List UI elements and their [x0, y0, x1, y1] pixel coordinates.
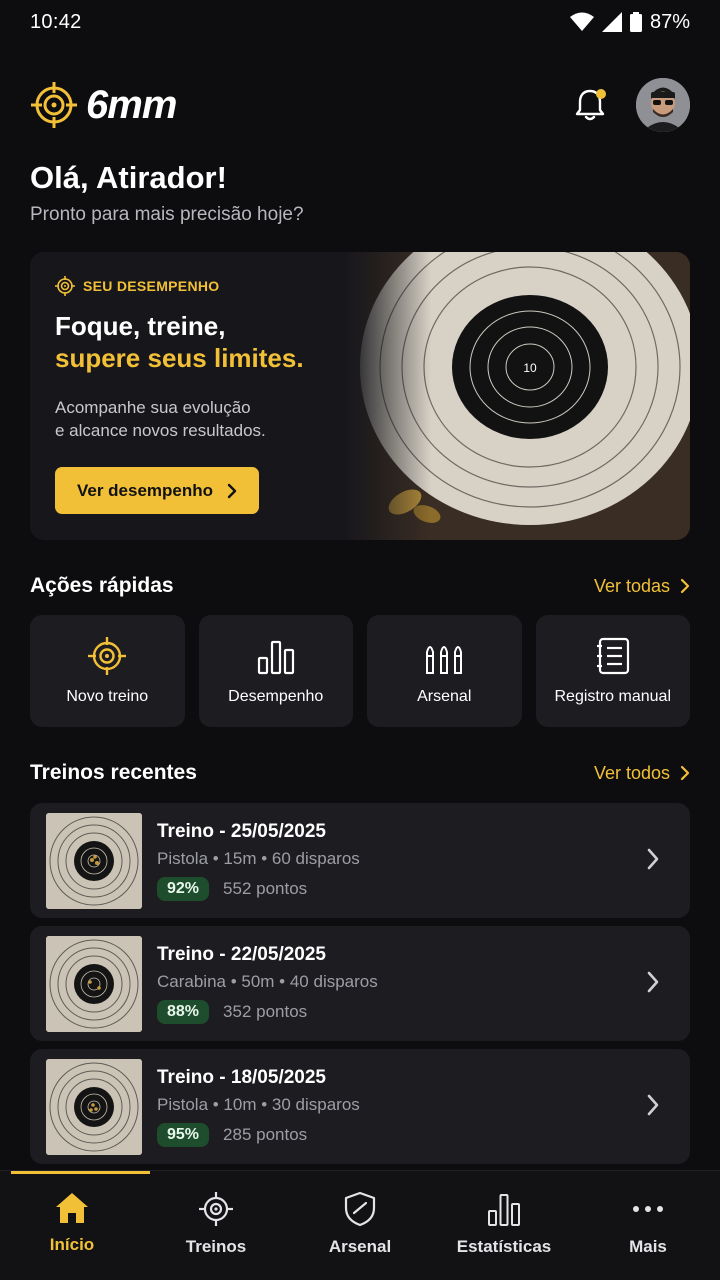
tab-label: Mais: [629, 1237, 667, 1256]
training-meta: Pistola • 15m • 60 disparos: [157, 848, 360, 868]
score-badge: 88%: [157, 999, 210, 1024]
training-card[interactable]: Treino - 25/05/2025 Pistola • 15m • 60 d…: [30, 803, 690, 918]
status-time: 10:42: [30, 10, 82, 33]
training-points: 352 pontos: [223, 1001, 308, 1021]
battery-icon: [629, 12, 642, 32]
chevron-right-icon: [227, 483, 237, 498]
wifi-icon: [569, 12, 594, 31]
target-thumbnail: [46, 812, 142, 909]
greeting-subtitle: Pronto para mais precisão hoje?: [30, 204, 304, 225]
view-all-trainings-label: Ver todos: [593, 762, 670, 783]
training-points: 285 pontos: [223, 1124, 308, 1144]
tab-more[interactable]: Mais: [576, 1171, 720, 1280]
target-thumbnail: [46, 935, 142, 1032]
logo-text: 6mm: [86, 82, 177, 127]
quick-action-new-training[interactable]: Novo treino: [30, 615, 185, 727]
quick-action-manual-log[interactable]: Registro manual: [535, 615, 690, 727]
target-thumbnail: [46, 1058, 142, 1155]
score-badge: 95%: [157, 1122, 210, 1147]
tab-arsenal[interactable]: Arsenal: [288, 1171, 432, 1280]
notebook-icon: [596, 637, 629, 675]
hero-tag-label: SEU DESEMPENHO: [83, 278, 220, 294]
chevron-right-icon: [647, 848, 659, 870]
bar-chart-icon: [488, 1194, 520, 1226]
tab-label: Estatísticas: [456, 1237, 552, 1256]
tab-statistics[interactable]: Estatísticas: [432, 1171, 576, 1280]
view-performance-button[interactable]: Ver desempenho: [55, 467, 259, 514]
status-icons: 87%: [569, 10, 690, 34]
signal-icon: [601, 12, 622, 32]
quick-action-label: Arsenal: [417, 688, 472, 705]
view-performance-label: Ver desempenho: [76, 480, 214, 500]
quick-action-arsenal[interactable]: Arsenal: [367, 615, 522, 727]
hero-tag: SEU DESEMPENHO: [55, 276, 385, 296]
hero-desc-line2: e alcance novos resultados.: [55, 421, 266, 440]
tab-label: Treinos: [185, 1237, 247, 1256]
recent-trainings-title: Treinos recentes: [30, 761, 197, 784]
quick-actions-title: Ações rápidas: [30, 574, 174, 597]
training-title: Treino - 25/05/2025: [157, 820, 326, 842]
training-title: Treino - 18/05/2025: [157, 1066, 326, 1088]
app-logo: 6mm: [30, 81, 177, 129]
target-icon: [199, 1192, 233, 1226]
tab-trainings[interactable]: Treinos: [144, 1171, 288, 1280]
status-bar: 10:42 87%: [0, 0, 720, 44]
chevron-right-icon: [647, 971, 659, 993]
hero-desc-line1: Acompanhe sua evolução: [55, 398, 251, 417]
view-all-actions-label: Ver todas: [593, 575, 670, 596]
bottom-tab-bar: Início Treinos Arsenal Estatísticas Mais: [0, 1170, 720, 1280]
hero-description: Acompanhe sua evolução e alcance novos r…: [55, 396, 385, 442]
training-meta: Carabina • 50m • 40 disparos: [157, 971, 378, 991]
quick-actions-header: Ações rápidas Ver todas: [30, 574, 690, 598]
target-illustration: 10: [345, 252, 690, 540]
notifications-button[interactable]: [570, 85, 610, 125]
crosshair-logo-icon: [31, 82, 77, 128]
tab-label: Início: [49, 1235, 95, 1254]
notification-dot: [596, 89, 606, 99]
tab-label: Arsenal: [328, 1237, 392, 1256]
target-icon: [88, 637, 127, 675]
training-meta: Pistola • 10m • 30 disparos: [157, 1094, 360, 1114]
training-title: Treino - 22/05/2025: [157, 943, 326, 965]
chevron-right-icon: [647, 1094, 659, 1116]
training-card[interactable]: Treino - 22/05/2025 Carabina • 50m • 40 …: [30, 926, 690, 1041]
greeting-title: Olá, Atirador!: [30, 160, 227, 195]
hero-title-line1: Foque, treine,: [55, 311, 226, 341]
shield-icon: [344, 1191, 376, 1227]
recent-trainings-header: Treinos recentes Ver todos: [30, 761, 690, 785]
training-card[interactable]: Treino - 18/05/2025 Pistola • 10m • 30 d…: [30, 1049, 690, 1164]
training-points: 552 pontos: [223, 878, 308, 898]
app-header: 6mm: [30, 78, 690, 132]
home-icon: [56, 1193, 88, 1223]
quick-action-label: Novo treino: [66, 688, 149, 705]
user-avatar[interactable]: [636, 78, 690, 132]
bullets-icon: [426, 646, 463, 674]
performance-hero-card: 10 SEU DESEMPENHO Foque, treine, supere …: [30, 252, 690, 540]
score-badge: 92%: [157, 876, 210, 901]
more-icon: [633, 1206, 663, 1212]
greeting: Olá, Atirador! Pronto para mais precisão…: [30, 160, 304, 226]
quick-actions: Novo treino Desempenho Arsenal Registro …: [30, 615, 690, 727]
quick-action-label: Registro manual: [554, 688, 672, 705]
quick-action-label: Desempenho: [228, 688, 324, 705]
bar-chart-icon: [257, 640, 294, 675]
view-all-trainings-link[interactable]: Ver todos: [594, 763, 690, 784]
view-all-actions-link[interactable]: Ver todas: [594, 576, 690, 597]
quick-action-performance[interactable]: Desempenho: [198, 615, 353, 727]
active-tab-indicator: [11, 1171, 150, 1174]
hero-title-line2: supere seus limites.: [55, 343, 304, 373]
chevron-right-icon: [680, 765, 690, 781]
tab-home[interactable]: Início: [0, 1171, 144, 1280]
target-icon: [55, 276, 75, 296]
battery-percent: 87%: [649, 10, 690, 33]
hero-title: Foque, treine, supere seus limites.: [55, 310, 385, 374]
recent-trainings-list: Treino - 25/05/2025 Pistola • 15m • 60 d…: [30, 803, 690, 1172]
chevron-right-icon: [680, 578, 690, 594]
